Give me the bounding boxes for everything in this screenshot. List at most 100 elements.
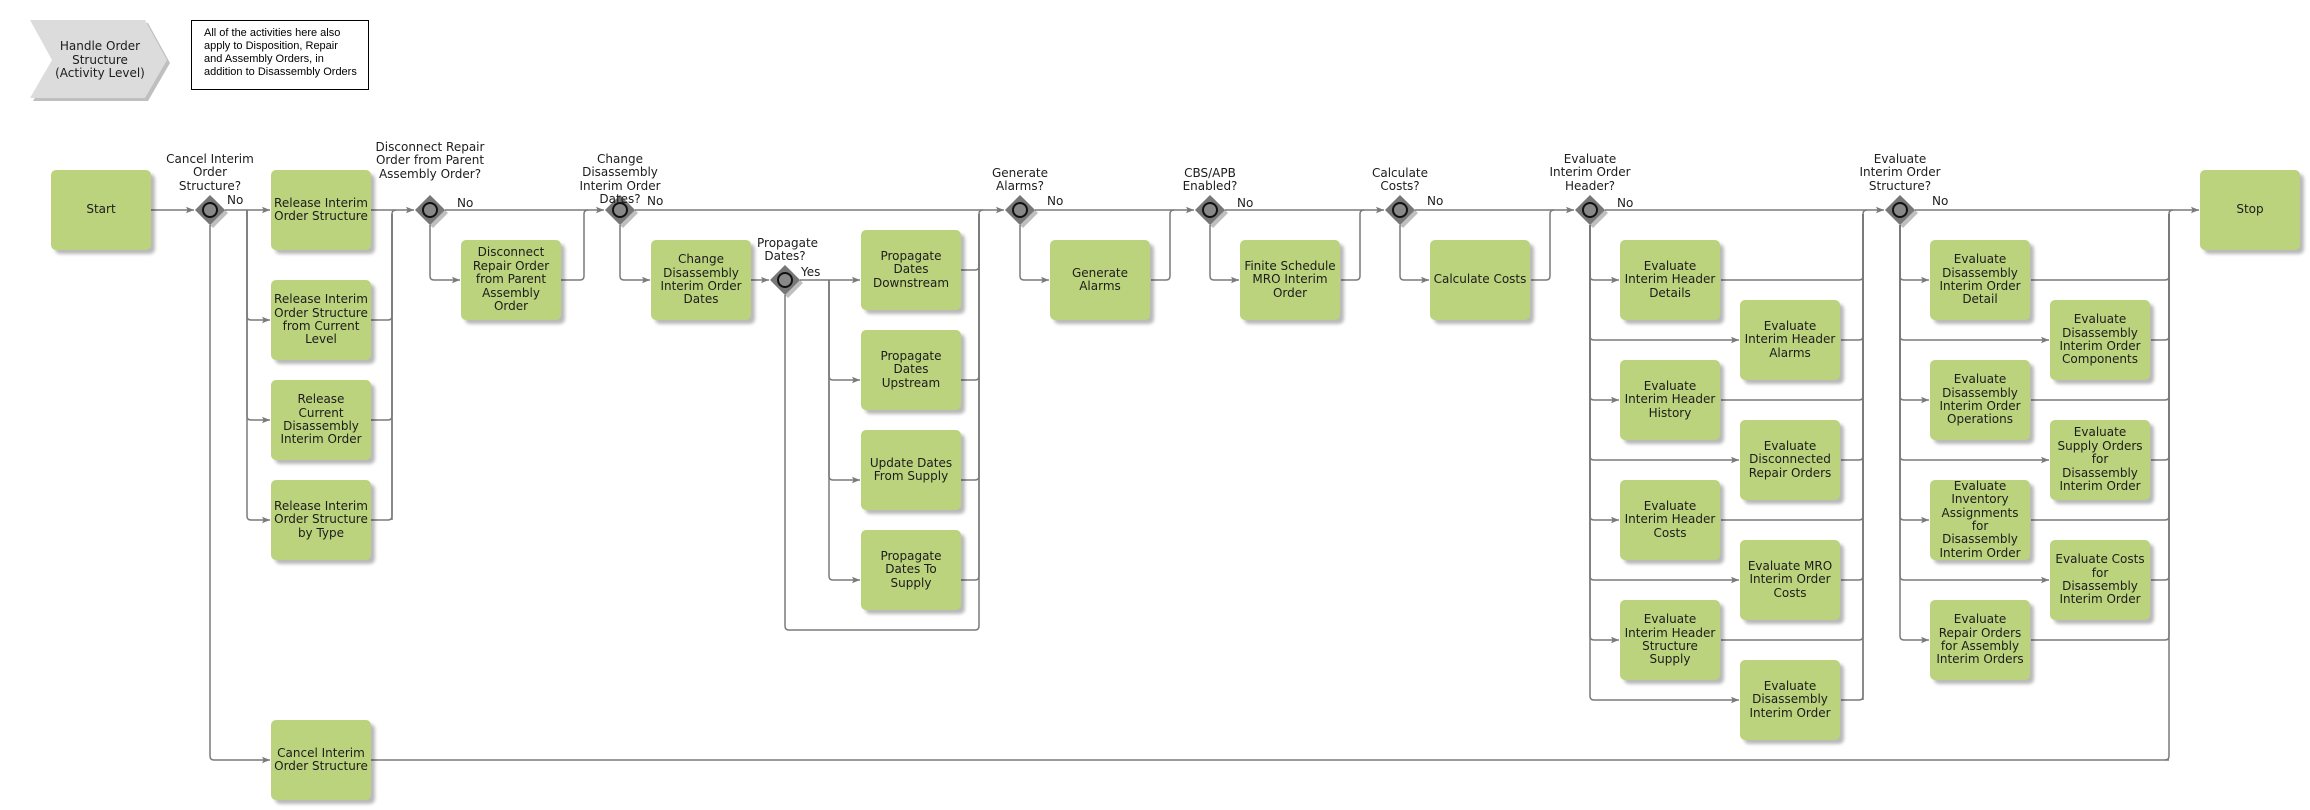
task-release-ios[interactable]: Release Interim Order Structure <box>271 170 371 250</box>
gateway-cancel-ios[interactable] <box>195 195 228 228</box>
task-release-ios-current-level[interactable]: Release Interim Order Structure from Cur… <box>271 280 371 360</box>
task-propagate-upstream[interactable]: Propagate Dates Upstream <box>861 330 961 410</box>
task-eval-disconnected-repair[interactable]: Evaluate Disconnected Repair Orders <box>1740 420 1840 500</box>
gateway-label-alarms: Generate Alarms? <box>991 166 1049 194</box>
gateway-label-disconnect: Disconnect Repair Order from Parent Asse… <box>375 140 485 181</box>
sequence-flow <box>961 214 980 481</box>
sequence-flow <box>1341 214 1361 281</box>
task-eval-repair-orders-assembly[interactable]: Evaluate Repair Orders for Assembly Inte… <box>1930 600 2030 680</box>
task-release-ios-by-type[interactable]: Release Interim Order Structure by Type <box>271 480 371 560</box>
sequence-flow <box>1899 225 1929 524</box>
sequence-flow <box>1841 214 1864 701</box>
sequence-flow <box>1169 209 1175 215</box>
sequence-flow <box>828 280 860 584</box>
task-release-current-disassembly[interactable]: Release Current Disassembly Interim Orde… <box>271 380 371 460</box>
sequence-flow <box>371 214 393 421</box>
sequence-flow <box>619 225 650 284</box>
task-change-dates[interactable]: Change Disassembly Interim Order Dates <box>651 240 751 320</box>
gateway-propagate-dates[interactable] <box>770 265 803 298</box>
annotation-note: All of the activities here also apply to… <box>191 20 369 90</box>
gateway-label-cbs: CBS/APB Enabled? <box>1182 166 1238 194</box>
sequence-flow <box>1589 225 1619 284</box>
sequence-flow <box>1721 214 1864 281</box>
task-eval-header-history[interactable]: Evaluate Interim Header History <box>1620 360 1720 440</box>
task-update-from-supply[interactable]: Update Dates From Supply <box>861 430 961 510</box>
sequence-flow <box>1899 225 1929 644</box>
sequence-flow <box>1589 225 1619 524</box>
sequence-flow <box>1359 209 1365 215</box>
sequence-flow <box>961 214 980 271</box>
gateway-inclusive-icon <box>1202 202 1218 218</box>
task-disconnect-repair[interactable]: Disconnect Repair Order from Parent Asse… <box>461 240 561 320</box>
task-eval-dio-components[interactable]: Evaluate Disassembly Interim Order Compo… <box>2050 300 2150 380</box>
sequence-flow <box>429 225 460 284</box>
gateway-cbs-apb[interactable] <box>1195 195 1228 228</box>
task-eval-header-structure-supply[interactable]: Evaluate Interim Header Structure Supply <box>1620 600 1720 680</box>
flow-label-cancel-no: No <box>227 193 244 207</box>
sequence-flow <box>828 280 860 384</box>
sequence-flow <box>2164 209 2174 761</box>
sequence-flow <box>246 210 270 324</box>
task-eval-disassembly-io[interactable]: Evaluate Disassembly Interim Order <box>1740 660 1840 740</box>
task-eval-costs-dio[interactable]: Evaluate Costs for Disassembly Interim O… <box>2050 540 2150 620</box>
task-calculate-costs[interactable]: Calculate Costs <box>1430 240 1530 320</box>
task-generate-alarms[interactable]: Generate Alarms <box>1050 240 1150 320</box>
sequence-flow <box>1841 214 1864 461</box>
task-eval-mro-costs[interactable]: Evaluate MRO Interim Order Costs <box>1740 540 1840 620</box>
sequence-flow <box>2151 214 2170 461</box>
sequence-flow <box>209 225 270 764</box>
sequence-flow <box>371 214 393 321</box>
gateway-inclusive-icon <box>1892 202 1908 218</box>
sequence-flow <box>1589 225 1619 644</box>
sequence-flow <box>1531 214 1551 281</box>
flow-label-alarms-no: No <box>1047 194 1064 208</box>
gateway-evaluate-header[interactable] <box>1575 195 1608 228</box>
sequence-flow <box>961 214 980 581</box>
sequence-flow <box>1209 225 1239 284</box>
activity-level-title: Handle Order Structure (Activity Level) <box>50 20 150 101</box>
gateway-inclusive-icon <box>1012 202 1028 218</box>
flow-label-header-no: No <box>1617 196 1634 210</box>
gateway-label-header: Evaluate Interim Order Header? <box>1549 152 1631 193</box>
task-eval-supply-orders[interactable]: Evaluate Supply Orders for Disassembly I… <box>2050 420 2150 500</box>
sequence-flow <box>2151 214 2170 581</box>
task-eval-dio-detail[interactable]: Evaluate Disassembly Interim Order Detai… <box>1930 240 2030 320</box>
sequence-flow <box>1399 225 1429 284</box>
task-eval-inventory-assignments[interactable]: Evaluate Inventory Assignments for Disas… <box>1930 479 2030 560</box>
sequence-flow <box>583 209 589 215</box>
sequence-flow <box>1019 225 1049 284</box>
gateway-label-change: Change Disassembly Interim Order Dates? <box>579 152 661 207</box>
sequence-flow <box>1862 209 1868 700</box>
sequence-flow <box>1899 225 1929 404</box>
sequence-flow <box>371 214 393 521</box>
flow-label-change-no: No <box>647 194 664 208</box>
sequence-flow <box>1549 209 1555 215</box>
stop-event[interactable]: Stop <box>2200 170 2300 250</box>
flow-label-cbs-no: No <box>1237 196 1254 210</box>
sequence-flow <box>961 214 980 381</box>
sequence-flow <box>246 210 270 424</box>
task-eval-header-details[interactable]: Evaluate Interim Header Details <box>1620 240 1720 320</box>
task-eval-header-alarms[interactable]: Evaluate Interim Header Alarms <box>1740 300 1840 380</box>
flow-label-structure-no: No <box>1932 194 1949 208</box>
gateway-generate-alarms[interactable] <box>1005 195 1038 228</box>
gateway-inclusive-icon <box>1582 202 1598 218</box>
flow-label-costs-no: No <box>1427 194 1444 208</box>
activity-level-title-text: Handle Order Structure (Activity Level) <box>55 39 145 81</box>
sequence-flow <box>1841 214 1864 581</box>
task-propagate-to-supply[interactable]: Propagate Dates To Supply <box>861 530 961 610</box>
gateway-inclusive-icon <box>422 202 438 218</box>
gateway-calculate-costs[interactable] <box>1385 195 1418 228</box>
task-finite-schedule[interactable]: Finite Schedule MRO Interim Order <box>1240 240 1340 320</box>
task-eval-dio-operations[interactable]: Evaluate Disassembly Interim Order Opera… <box>1930 360 2030 440</box>
start-event[interactable]: Start <box>51 170 151 250</box>
sequence-flow <box>2151 214 2170 341</box>
task-eval-header-costs[interactable]: Evaluate Interim Header Costs <box>1620 480 1720 560</box>
gateway-inclusive-icon <box>1392 202 1408 218</box>
gateway-label-structure: Evaluate Interim Order Structure? <box>1859 152 1941 193</box>
task-propagate-downstream[interactable]: Propagate Dates Downstream <box>861 230 961 310</box>
gateway-label-costs: Calculate Costs? <box>1371 166 1429 194</box>
gateway-evaluate-structure[interactable] <box>1885 195 1918 228</box>
gateway-disconnect-repair[interactable] <box>415 195 448 228</box>
task-cancel-ios[interactable]: Cancel Interim Order Structure <box>271 720 371 800</box>
